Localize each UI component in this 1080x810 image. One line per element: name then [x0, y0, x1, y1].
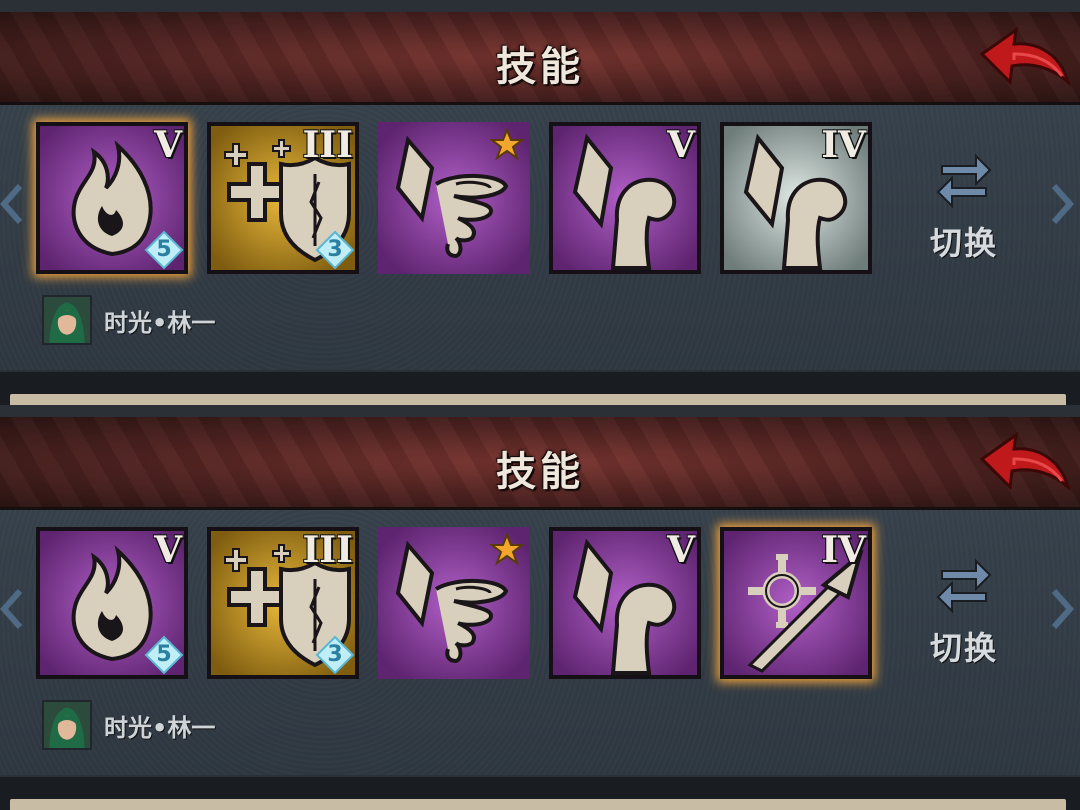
- rank-label: V: [154, 529, 182, 571]
- back-arrow-icon[interactable]: [980, 24, 1072, 94]
- skills-panel-1: 技能 V 5 III 3 V IV 切换 时光•林一: [0, 0, 1080, 405]
- hero-avatar[interactable]: [42, 295, 92, 345]
- chevron-left-icon[interactable]: [0, 180, 26, 228]
- skill-slot-4[interactable]: V: [549, 527, 701, 679]
- level-gem: 5: [144, 635, 184, 675]
- skill-slot-3[interactable]: [378, 122, 530, 274]
- skill-slot-1[interactable]: V 5: [36, 527, 188, 679]
- rank-label: IV: [821, 529, 866, 571]
- rank-label: IV: [821, 124, 866, 166]
- swap-arrows-icon: [936, 153, 992, 209]
- bottom-strip: [0, 777, 1080, 810]
- switch-button[interactable]: 切换: [922, 553, 1006, 667]
- skill-slot-1[interactable]: V 5: [36, 122, 188, 274]
- rank-label: V: [667, 529, 695, 571]
- level-value: 5: [156, 237, 172, 262]
- level-gem: 5: [144, 230, 184, 270]
- chevron-left-icon[interactable]: [0, 585, 26, 633]
- rank-label: III: [302, 529, 353, 571]
- level-value: 3: [327, 642, 343, 667]
- rank-label: V: [667, 124, 695, 166]
- header-bar: 技能: [0, 417, 1080, 510]
- paper-edge: [10, 799, 1066, 810]
- skill-slot-5[interactable]: IV: [720, 527, 872, 679]
- switch-button[interactable]: 切换: [922, 148, 1006, 262]
- level-value: 3: [327, 237, 343, 262]
- level-gem: 3: [315, 230, 355, 270]
- skill-slot-3[interactable]: [378, 527, 530, 679]
- skills-panel-2: 技能 V 5 III 3 V IV 切换 时光•林一: [0, 405, 1080, 810]
- bottom-strip: [0, 372, 1080, 405]
- star-icon: [490, 128, 524, 161]
- hero-info: 时光•林一: [42, 295, 215, 345]
- back-arrow-icon[interactable]: [980, 429, 1072, 499]
- switch-label: 切换: [929, 629, 998, 667]
- chevron-right-icon[interactable]: [1048, 585, 1074, 633]
- skill-slot-2[interactable]: III 3: [207, 122, 359, 274]
- page-title: 技能: [496, 449, 584, 495]
- swap-arrows-icon: [936, 558, 992, 614]
- hero-avatar[interactable]: [42, 700, 92, 750]
- page-title: 技能: [496, 44, 584, 90]
- hero-info: 时光•林一: [42, 700, 215, 750]
- rank-label: III: [302, 124, 353, 166]
- paper-edge: [10, 394, 1066, 405]
- switch-label: 切换: [929, 224, 998, 262]
- chevron-right-icon[interactable]: [1048, 180, 1074, 228]
- rank-label: V: [154, 124, 182, 166]
- star-icon: [490, 533, 524, 566]
- header-bar: 技能: [0, 12, 1080, 105]
- level-gem: 3: [315, 635, 355, 675]
- skill-slot-4[interactable]: V: [549, 122, 701, 274]
- hero-name: 时光•林一: [104, 308, 216, 337]
- level-value: 5: [156, 642, 172, 667]
- skill-slot-2[interactable]: III 3: [207, 527, 359, 679]
- hero-name: 时光•林一: [104, 713, 216, 742]
- skill-slot-5[interactable]: IV: [720, 122, 872, 274]
